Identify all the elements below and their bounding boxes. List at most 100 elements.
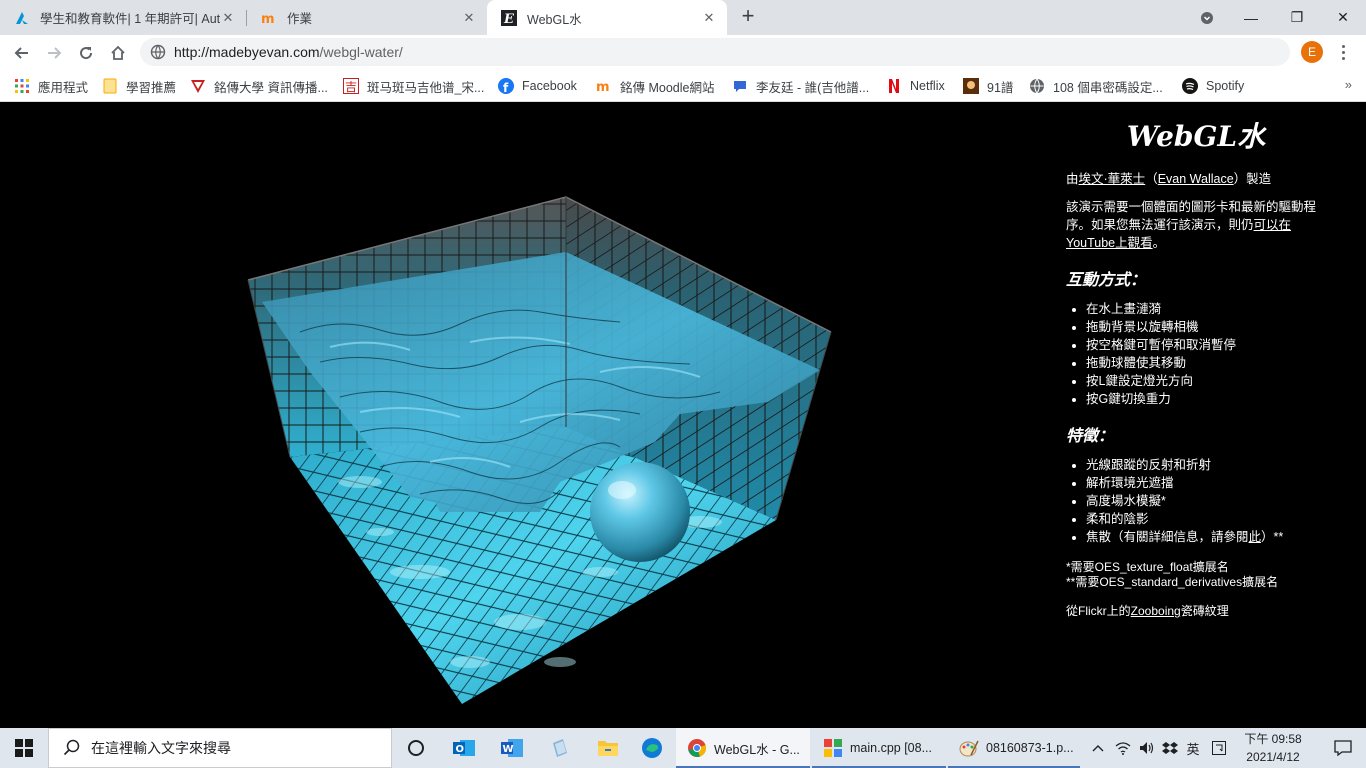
clock-date: 2021/4/12: [1246, 750, 1300, 764]
bookmark-moodle[interactable]: m 銘傳 Moodle網站: [596, 77, 714, 95]
volume-icon[interactable]: [1136, 728, 1158, 768]
bookmark-learning[interactable]: 學習推薦: [102, 77, 176, 95]
apps-grid-icon: [14, 78, 30, 94]
tab-title: 作業: [287, 12, 313, 26]
word-icon[interactable]: W: [488, 728, 536, 768]
reload-icon: [80, 47, 93, 60]
notification-icon[interactable]: [1320, 728, 1366, 768]
features-heading: 特徵：: [1066, 428, 1115, 445]
wifi-icon[interactable]: [1112, 728, 1134, 768]
interaction-heading: 互動方式：: [1066, 272, 1147, 289]
bookmark-label: 銘傳大學 資訊傳播...: [214, 80, 328, 95]
tab-homework[interactable]: m 作業 ✕: [247, 0, 487, 35]
svg-text:m: m: [596, 80, 610, 94]
forward-button[interactable]: [40, 39, 68, 67]
tab-title: WebGL水: [527, 12, 582, 27]
close-icon[interactable]: ✕: [461, 10, 477, 26]
bookmark-facebook[interactable]: f Facebook: [498, 77, 577, 95]
windows-logo-icon: [15, 739, 33, 757]
taskbar-app-paint[interactable]: 08160873-1.p...: [948, 728, 1080, 768]
list-item: 高度場水模擬*: [1086, 492, 1326, 510]
texture-credit: 從Flickr上的Zooboing瓷磚紋理: [1066, 604, 1229, 618]
bookmark-label: 108 個串密碼設定...: [1053, 80, 1163, 95]
tab-webgl-water[interactable]: E WebGL水 ✕: [487, 0, 727, 36]
caustics-link[interactable]: 此: [1249, 530, 1262, 544]
svg-text:W: W: [503, 744, 514, 755]
reload-button[interactable]: [72, 39, 100, 67]
svg-text:f: f: [503, 81, 509, 94]
bookmark-91pu[interactable]: 91譜: [963, 77, 1013, 95]
explorer-icon[interactable]: [584, 728, 632, 768]
bookmark-label: 斑马斑马吉他谱_宋...: [367, 80, 485, 95]
intro-text: 該演示需要一個體面的圖形卡和最新的驅動程序。如果您無法運行該演示，則仍可以在Yo…: [1066, 200, 1317, 250]
bookmark-spotify[interactable]: Spotify: [1182, 77, 1244, 95]
list-item: 焦散（有關詳細信息，請參閱此）**: [1086, 528, 1326, 546]
tab-search-icon[interactable]: [1184, 0, 1230, 35]
cortana-icon[interactable]: [392, 728, 440, 768]
taskbar-clock[interactable]: 下午 09:58 2021/4/12: [1228, 730, 1318, 766]
bookmark-label: 應用程式: [38, 80, 89, 95]
start-button[interactable]: [0, 728, 48, 768]
sphere[interactable]: [590, 462, 690, 562]
webgl-water-canvas[interactable]: [0, 102, 1050, 728]
svg-text:E: E: [503, 12, 515, 26]
list-item: 解析環境光遮擋: [1086, 474, 1326, 492]
close-window-button[interactable]: ✕: [1320, 0, 1366, 35]
paint-icon: [958, 737, 980, 759]
taskbar-app-chrome[interactable]: WebGL水 - G...: [676, 728, 810, 768]
close-icon[interactable]: ✕: [220, 10, 236, 26]
new-tab-button[interactable]: +: [737, 5, 759, 28]
bookmark-apps[interactable]: 應用程式: [14, 77, 88, 95]
bookmark-label: 91譜: [987, 80, 1014, 95]
ime-indicator[interactable]: 英: [1183, 728, 1203, 768]
address-bar[interactable]: http://madebyevan.com/webgl-water/: [140, 38, 1290, 66]
menu-icon[interactable]: [1333, 41, 1353, 63]
dropbox-icon[interactable]: [1158, 728, 1182, 768]
bookmark-netflix[interactable]: Netflix: [886, 77, 945, 95]
taskbar-app-label: main.cpp [08...: [850, 741, 932, 755]
page-title: WebGL水: [1126, 120, 1266, 153]
ime-mode-icon[interactable]: [1208, 728, 1230, 768]
features-list: 光線跟蹤的反射和折射 解析環境光遮擋 高度場水模擬* 柔和的陰影 焦散（有關詳細…: [1066, 456, 1326, 546]
forward-arrow-icon: [48, 47, 62, 59]
spotify-icon: [1182, 78, 1198, 94]
outlook-icon[interactable]: O: [440, 728, 488, 768]
clock-time: 下午 09:58: [1244, 732, 1302, 746]
zooboing-link[interactable]: Zooboing: [1131, 604, 1181, 618]
minimize-button[interactable]: —: [1228, 0, 1274, 35]
list-item: 拖動背景以旋轉相機: [1086, 318, 1326, 336]
restore-button[interactable]: ❐: [1274, 0, 1320, 35]
guitar-tab-icon: 吉: [343, 78, 359, 94]
url-path: /webgl-water/: [319, 44, 403, 60]
search-placeholder: 在這裡輸入文字來搜尋: [91, 740, 231, 756]
bookmark-label: Facebook: [522, 79, 577, 93]
bookmark-guitar-tab[interactable]: 吉 斑马斑马吉他谱_宋...: [343, 77, 484, 95]
tab-autodesk[interactable]: 學生和教育軟件| 1 年期許可| Aut ✕: [0, 0, 246, 35]
bookmark-password[interactable]: 108 個串密碼設定...: [1029, 77, 1163, 95]
svg-text:m: m: [261, 12, 275, 26]
page-content: WebGL水 由埃文·華萊士（Evan Wallace）製造 該演示需要一個體面…: [0, 102, 1366, 728]
svg-text:吉: 吉: [345, 80, 357, 94]
home-button[interactable]: [104, 39, 132, 67]
home-icon: [111, 45, 125, 60]
bookmarks-overflow-button[interactable]: »: [1345, 77, 1352, 92]
close-icon[interactable]: ✕: [701, 10, 717, 26]
moodle-icon: m: [261, 10, 277, 26]
list-item: 拖動球體使其移動: [1086, 354, 1326, 372]
author-link-en[interactable]: Evan Wallace: [1158, 172, 1234, 186]
edge-icon[interactable]: [628, 728, 676, 768]
back-button[interactable]: [8, 39, 36, 67]
globe-icon: [1029, 78, 1045, 94]
bookmark-guitar-who[interactable]: 李友廷 - 誰(吉他譜...: [732, 77, 869, 95]
taskbar-search-input[interactable]: 在這裡輸入文字來搜尋: [48, 728, 392, 768]
info-sidebar: WebGL水 由埃文·華萊士（Evan Wallace）製造 該演示需要一個體面…: [1066, 102, 1326, 620]
author-link-cn[interactable]: 埃文·華萊士: [1079, 172, 1146, 186]
bookmark-mcu[interactable]: 銘傳大學 資訊傳播...: [190, 77, 328, 95]
profile-avatar[interactable]: E: [1301, 41, 1323, 63]
taskbar-app-codeblocks[interactable]: main.cpp [08...: [812, 728, 946, 768]
chat-bubble-icon: [732, 78, 748, 94]
url-host: http://madebyevan.com: [174, 44, 320, 60]
bookmark-label: Netflix: [910, 79, 945, 93]
files-icon[interactable]: [536, 728, 584, 768]
tray-chevron-icon[interactable]: [1088, 728, 1108, 768]
